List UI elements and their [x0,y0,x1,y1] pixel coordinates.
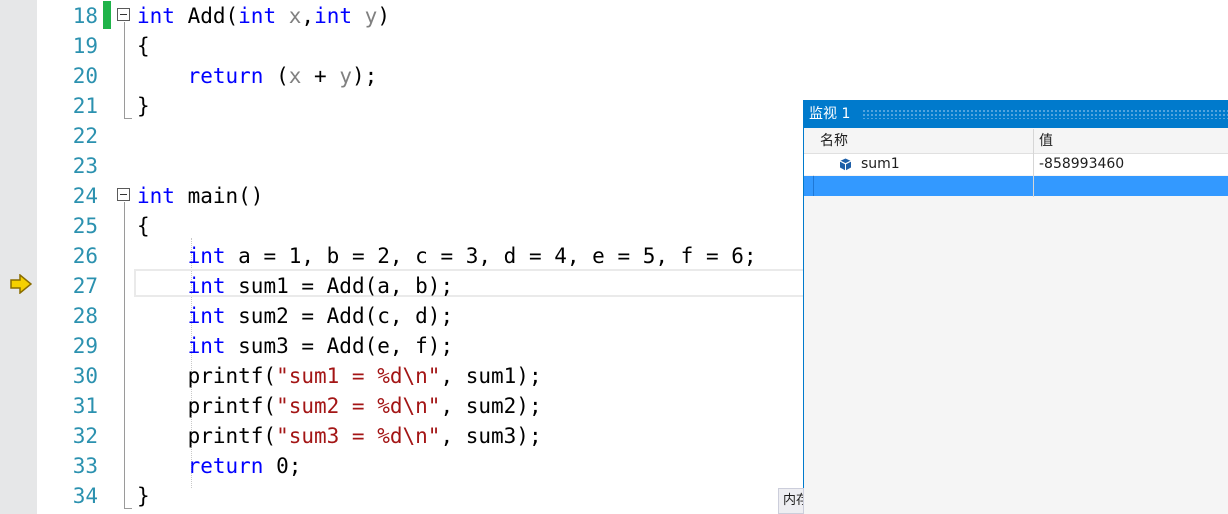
code-text[interactable]: { [137,211,150,241]
code-text[interactable]: printf("sum2 = %d\n", sum2); [137,391,542,421]
code-text[interactable]: int sum1 = Add(a, b); [137,271,454,301]
code-text[interactable]: return 0; [137,451,302,481]
code-token: sum1 = Add(a, b); [225,274,454,298]
line-number: 32 [72,424,98,448]
code-token: + [301,64,340,88]
keyword-token: int [187,274,226,298]
watch-row[interactable]: sum1 -858993460 [804,154,1228,175]
code-line[interactable]: 19 { [0,31,1228,61]
parameter-token: x [288,4,302,28]
line-number: 24 [72,184,98,208]
code-token: printf( [137,424,277,448]
line-number: 33 [72,454,98,478]
line-number: 23 [72,154,98,178]
code-token: , sum2); [440,394,542,418]
line-number: 25 [72,214,98,238]
code-text[interactable]: int sum3 = Add(e, f); [137,331,454,361]
code-text[interactable]: } [137,481,150,511]
column-header-name[interactable]: 名称 [820,129,848,153]
parameter-token: y [364,4,378,28]
keyword-token: return [187,64,264,88]
keyword-token: int [137,4,175,28]
watch-new-item-row[interactable] [804,176,1228,196]
code-token: sum2 = Add(c, d); [225,304,454,328]
code-text[interactable]: printf("sum3 = %d\n", sum3); [137,421,542,451]
code-text[interactable]: int a = 1, b = 2, c = 3, d = 4, e = 5, f… [137,241,757,271]
variable-cube-icon [839,158,852,171]
keyword-token: int [187,304,226,328]
watch-title-bar[interactable]: 监视 1 [804,100,1228,128]
column-header-value[interactable]: 值 [1039,129,1053,153]
code-token: ( [263,64,289,88]
code-text[interactable]: return (x + y); [137,61,378,91]
code-token: , sum1); [440,364,542,388]
code-token: } [137,484,150,508]
watch-title: 监视 1 [809,106,851,122]
parameter-token: x [288,64,302,88]
line-number: 28 [72,304,98,328]
code-token: { [137,34,150,58]
keyword-token: int [238,4,277,28]
watch-row-name: sum1 [861,156,900,172]
code-token: , sum3); [440,424,542,448]
watch-window[interactable]: 监视 1 名称 值 sum1 -858993460 [803,100,1228,514]
line-number: 27 [72,274,98,298]
string-token: "sum3 = %d\n" [276,424,441,448]
keyword-token: int [187,244,226,268]
line-number: 22 [72,124,98,148]
memory-tab-label: 内存 [783,493,803,508]
code-text[interactable]: printf("sum1 = %d\n", sum1); [137,361,542,391]
watch-row-gutter [804,176,814,196]
code-text[interactable]: } [137,91,150,121]
line-number: 26 [72,244,98,268]
line-number: 19 [72,34,98,58]
line-number: 20 [72,64,98,88]
code-token: printf( [137,364,277,388]
code-token: main() [174,184,264,208]
memory-tab[interactable]: 内存 [778,488,804,514]
watch-row-value[interactable]: -858993460 [1039,154,1124,175]
parameter-token: y [339,64,352,88]
line-number: 31 [72,394,98,418]
code-token: , [301,4,315,28]
code-token: ); [351,64,378,88]
string-token: "sum1 = %d\n" [276,364,441,388]
code-token: ) [377,4,390,28]
code-line[interactable]: 18 int Add(int x,int y) [0,1,1228,31]
code-token: 0; [263,454,302,478]
line-number: 30 [72,364,98,388]
keyword-token: int [314,4,352,28]
code-token: a = 1, b = 2, c = 3, d = 4, e = 5, f = 6… [225,244,757,268]
code-token: printf( [137,394,277,418]
code-token: { [137,214,150,238]
code-line[interactable]: 20 return (x + y); [0,61,1228,91]
line-number: 18 [72,4,98,28]
line-number: 21 [72,94,98,118]
string-token: "sum2 = %d\n" [276,394,441,418]
keyword-token: int [137,184,175,208]
keyword-token: return [187,454,264,478]
line-number: 34 [72,484,98,508]
drag-grip[interactable] [862,109,1228,119]
line-number: 29 [72,334,98,358]
code-text[interactable]: { [137,31,150,61]
column-divider[interactable] [1033,129,1034,197]
keyword-token: int [187,334,226,358]
code-text[interactable]: int main() [137,181,263,211]
code-text[interactable]: int sum2 = Add(c, d); [137,301,454,331]
code-token: sum3 = Add(e, f); [225,334,454,358]
code-token: Add( [174,4,239,28]
code-token: } [137,94,150,118]
code-text[interactable]: int Add(int x,int y) [137,1,390,31]
watch-column-header: 名称 值 [804,129,1228,154]
